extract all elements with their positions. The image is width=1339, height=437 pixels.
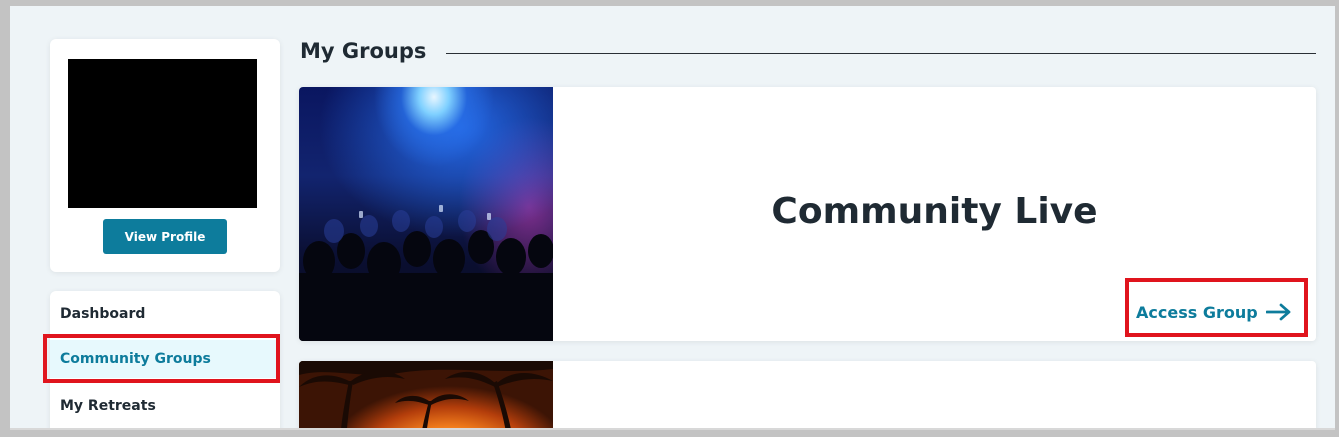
group-title: Community Live <box>771 191 1098 232</box>
title-divider <box>446 53 1316 54</box>
palm-trees-silhouette-icon <box>299 361 553 428</box>
arrow-right-icon <box>1265 303 1291 321</box>
sidebar-item-my-retreats[interactable]: My Retreats <box>50 387 280 425</box>
sidebar-item-community-groups[interactable]: Community Groups <box>50 340 280 378</box>
group-card[interactable]: Community Live Access Group <box>299 87 1316 341</box>
sidebar-nav: Dashboard Community Groups My Retreats <box>50 291 280 428</box>
group-card[interactable] <box>299 361 1316 428</box>
profile-card: View Profile <box>50 39 280 272</box>
view-profile-button[interactable]: View Profile <box>103 219 227 254</box>
sidebar-item-label: Dashboard <box>60 306 146 322</box>
group-thumbnail <box>299 361 553 428</box>
crowd-silhouette-icon <box>299 205 553 341</box>
page-title: My Groups <box>300 39 427 63</box>
page-viewport: View Profile Dashboard Community Groups … <box>10 6 1335 430</box>
sidebar-item-dashboard[interactable]: Dashboard <box>50 295 280 333</box>
sidebar-item-label: My Retreats <box>60 398 156 414</box>
sidebar-item-label: Community Groups <box>60 351 211 367</box>
group-thumbnail <box>299 87 553 341</box>
access-group-link[interactable]: Access Group <box>1136 298 1292 326</box>
avatar <box>68 59 257 208</box>
access-group-label: Access Group <box>1136 302 1258 322</box>
